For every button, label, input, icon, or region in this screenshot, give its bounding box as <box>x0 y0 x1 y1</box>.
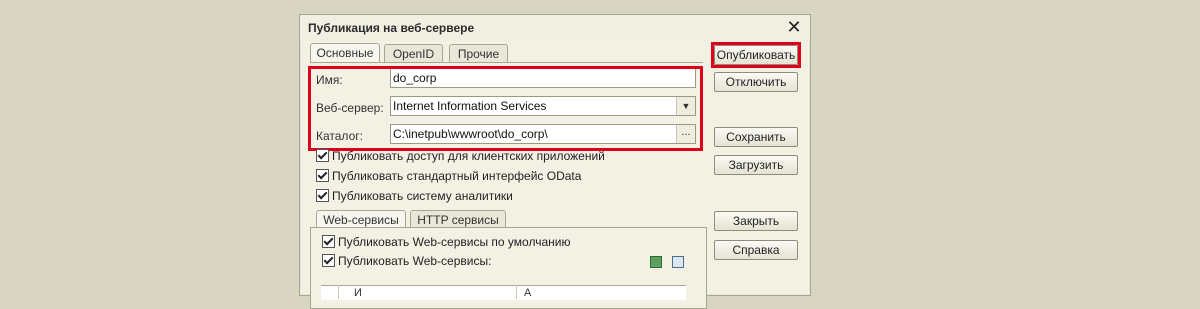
tab-divider <box>310 62 703 63</box>
checkbox-label: Публиковать Web-сервисы по умолчанию <box>338 235 571 249</box>
tab-main[interactable]: Основные <box>310 43 380 62</box>
title-bar: Публикация на веб-сервере ✕ <box>300 15 810 41</box>
checkbox-checked-icon[interactable] <box>316 169 329 182</box>
window-title: Публикация на веб-сервере <box>308 21 475 35</box>
close-button[interactable]: Закрыть <box>714 211 798 231</box>
close-icon[interactable]: ✕ <box>784 17 804 37</box>
checkbox-default-services[interactable]: Публиковать Web-сервисы по умолчанию <box>322 235 570 251</box>
save-button[interactable]: Сохранить <box>714 127 798 147</box>
check-all-icon[interactable] <box>650 256 662 268</box>
tab-openid[interactable]: OpenID <box>384 44 443 63</box>
grid-column-2[interactable]: А <box>524 287 531 299</box>
fields-highlight <box>308 66 703 151</box>
checkbox-label: Публиковать доступ для клиентских прилож… <box>332 149 605 163</box>
grid-divider <box>516 285 517 299</box>
tab-other[interactable]: Прочие <box>449 44 508 63</box>
publish-dialog: Публикация на веб-сервере ✕ Основные Ope… <box>299 14 811 309</box>
checkbox-checked-icon[interactable] <box>322 235 335 248</box>
checkbox-checked-icon[interactable] <box>316 149 329 162</box>
grid-divider <box>338 285 339 299</box>
checkbox-client-access[interactable]: Публиковать доступ для клиентских прилож… <box>316 149 605 165</box>
checkbox-checked-icon[interactable] <box>322 254 335 267</box>
services-grid-header <box>321 285 686 300</box>
checkbox-label: Публиковать систему аналитики <box>332 189 513 203</box>
checkbox-analytics[interactable]: Публиковать систему аналитики <box>316 189 513 205</box>
grid-column-1[interactable]: И <box>354 287 362 299</box>
checkbox-checked-icon[interactable] <box>316 189 329 202</box>
help-button[interactable]: Справка <box>714 240 798 260</box>
copy-icon[interactable] <box>672 256 684 268</box>
checkbox-odata[interactable]: Публиковать стандартный интерфейс OData <box>316 169 581 185</box>
checkbox-publish-services[interactable]: Публиковать Web-сервисы: <box>322 254 491 270</box>
load-button[interactable]: Загрузить <box>714 155 798 175</box>
checkbox-label: Публиковать стандартный интерфейс OData <box>332 169 582 183</box>
disable-button[interactable]: Отключить <box>714 72 798 92</box>
publish-highlight <box>711 42 801 68</box>
checkbox-label: Публиковать Web-сервисы: <box>338 254 492 268</box>
